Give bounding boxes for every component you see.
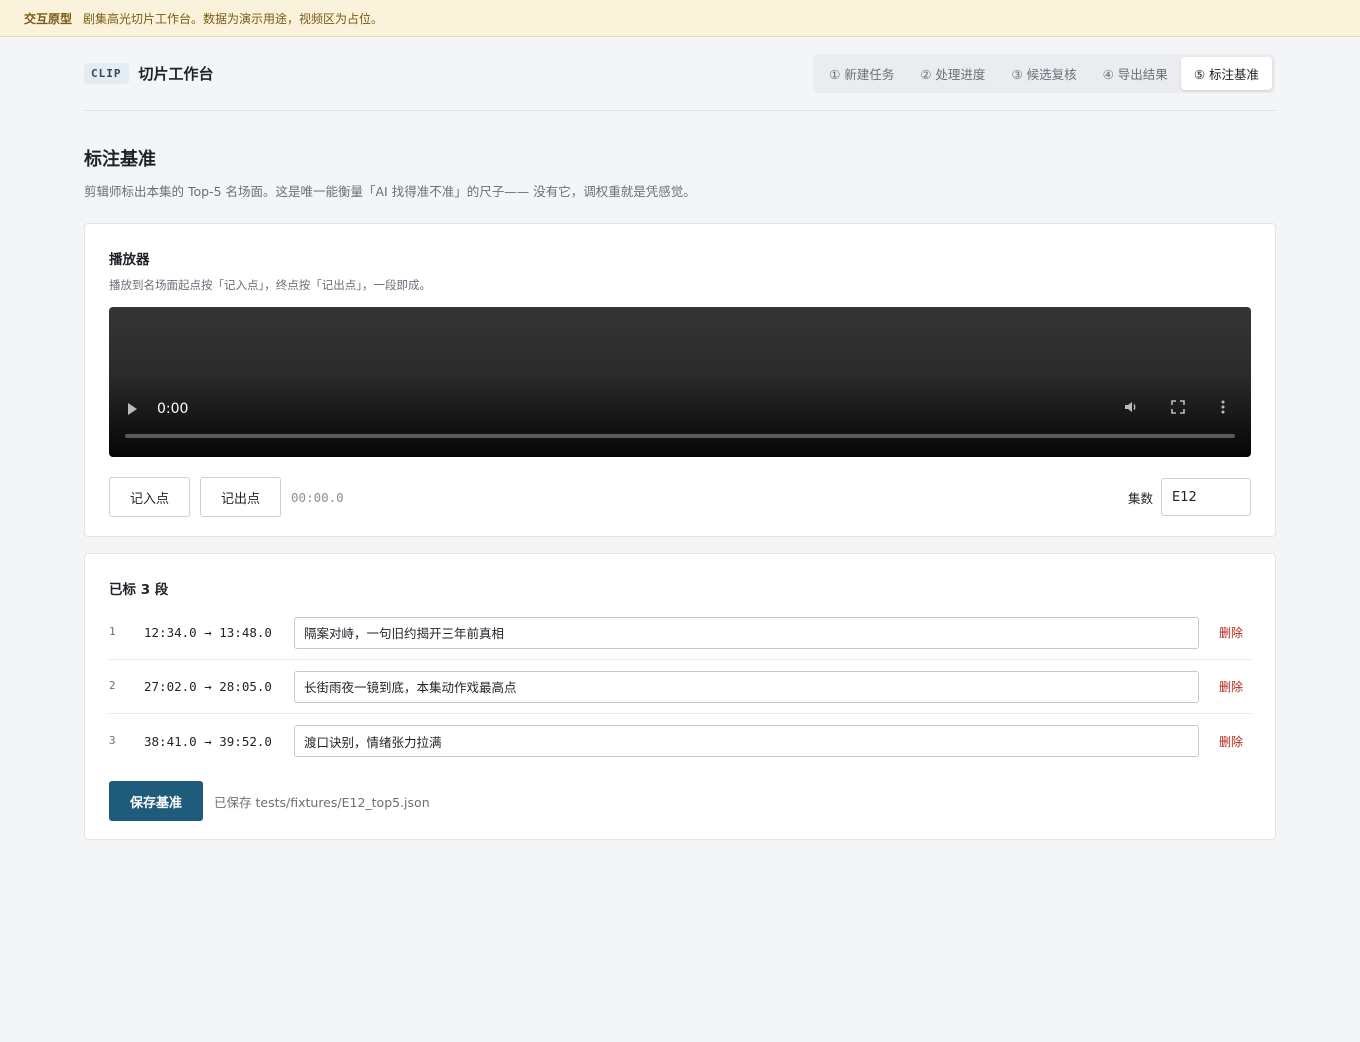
tab-export[interactable]: ④ 导出结果 [1090,57,1181,90]
segment-range: 38:41.0 → 39:52.0 [144,733,272,749]
segments-title: 已标 3 段 [109,582,169,598]
segment-index: 2 [109,679,116,692]
save-benchmark-button[interactable]: 保存基准 [109,781,204,821]
player-title: 播放器 [109,252,150,268]
play-icon[interactable] [128,403,137,415]
step-tabs: ① 新建任务 ② 处理进度 ③ 候选复核 ④ 导出结果 ⑤ 标注基准 [813,54,1275,93]
brand-code-badge: CLIP [84,63,129,84]
banner-message: 剧集高光切片工作台。数据为演示用途，视频区为占位。 [83,11,384,26]
segment-list: 1 12:34.0 → 13:48.0 删除 2 27:02.0 → 28:05… [109,606,1251,768]
segment-index: 3 [109,733,116,747]
segment-index: 1 [109,625,116,638]
video-controls: 0:00 [109,397,1251,421]
volume-icon[interactable] [1123,399,1139,419]
segment-title-input[interactable] [294,725,1199,757]
brand: CLIP 切片工作台 [84,63,214,84]
delete-segment-button[interactable]: 删除 [1219,624,1243,641]
video-time: 0:00 [157,401,189,417]
player-hint: 播放到名场面起点按「记入点」，终点按「记出点」，一段即成。 [109,278,431,292]
page-title: 标注基准 [84,149,156,170]
segment-row: 1 12:34.0 → 13:48.0 删除 [109,606,1251,660]
save-row: 保存基准 已保存 tests/fixtures/E12_top5.json [109,781,1251,821]
episode-input[interactable] [1161,478,1251,516]
main-container: CLIP 切片工作台 ① 新建任务 ② 处理进度 ③ 候选复核 ④ 导出结果 ⑤… [84,37,1276,840]
segment-range: 27:02.0 → 28:05.0 [144,679,272,694]
save-status: 已保存 tests/fixtures/E12_top5.json [214,794,430,810]
app-name: 切片工作台 [138,65,214,83]
episode-label: 集数 [1127,490,1153,506]
page-description: 剪辑师标出本集的 Top-5 名场面。这是唯一能衡量「AI 找得准不准」的尺子—… [84,184,696,199]
segment-title-input[interactable] [294,616,1199,649]
segment-row: 3 38:41.0 → 39:52.0 删除 [109,714,1251,768]
prototype-banner: 交互原型 剧集高光切片工作台。数据为演示用途，视频区为占位。 [0,0,1360,37]
tab-new-task[interactable]: ① 新建任务 [816,57,907,90]
mark-in-button[interactable]: 记入点 [109,477,191,517]
mark-out-button[interactable]: 记出点 [200,477,282,517]
video-progress-bar[interactable] [125,434,1235,438]
delete-segment-button[interactable]: 删除 [1219,733,1243,750]
tab-progress[interactable]: ② 处理进度 [907,57,998,90]
tab-review[interactable]: ③ 候选复核 [998,57,1089,90]
banner-tag: 交互原型 [24,11,73,26]
more-options-icon[interactable] [1221,400,1225,418]
player-card: 播放器 播放到名场面起点按「记入点」，终点按「记出点」，一段即成。 0:00 记… [84,223,1276,537]
app-header: CLIP 切片工作台 ① 新建任务 ② 处理进度 ③ 候选复核 ④ 导出结果 ⑤… [84,37,1276,111]
segment-title-input[interactable] [294,670,1199,703]
segment-row: 2 27:02.0 → 28:05.0 删除 [109,660,1251,714]
fullscreen-icon[interactable] [1171,400,1185,418]
segments-card: 已标 3 段 1 12:34.0 → 13:48.0 删除 2 27:02.0 … [84,553,1276,840]
segment-range: 12:34.0 → 13:48.0 [144,625,272,640]
video-player[interactable]: 0:00 [109,307,1251,457]
current-timecode: 00:00.0 [291,489,344,505]
marking-controls: 记入点 记出点 00:00.0 集数 [109,477,1251,517]
delete-segment-button[interactable]: 删除 [1219,678,1243,695]
tab-benchmark[interactable]: ⑤ 标注基准 [1180,57,1272,90]
